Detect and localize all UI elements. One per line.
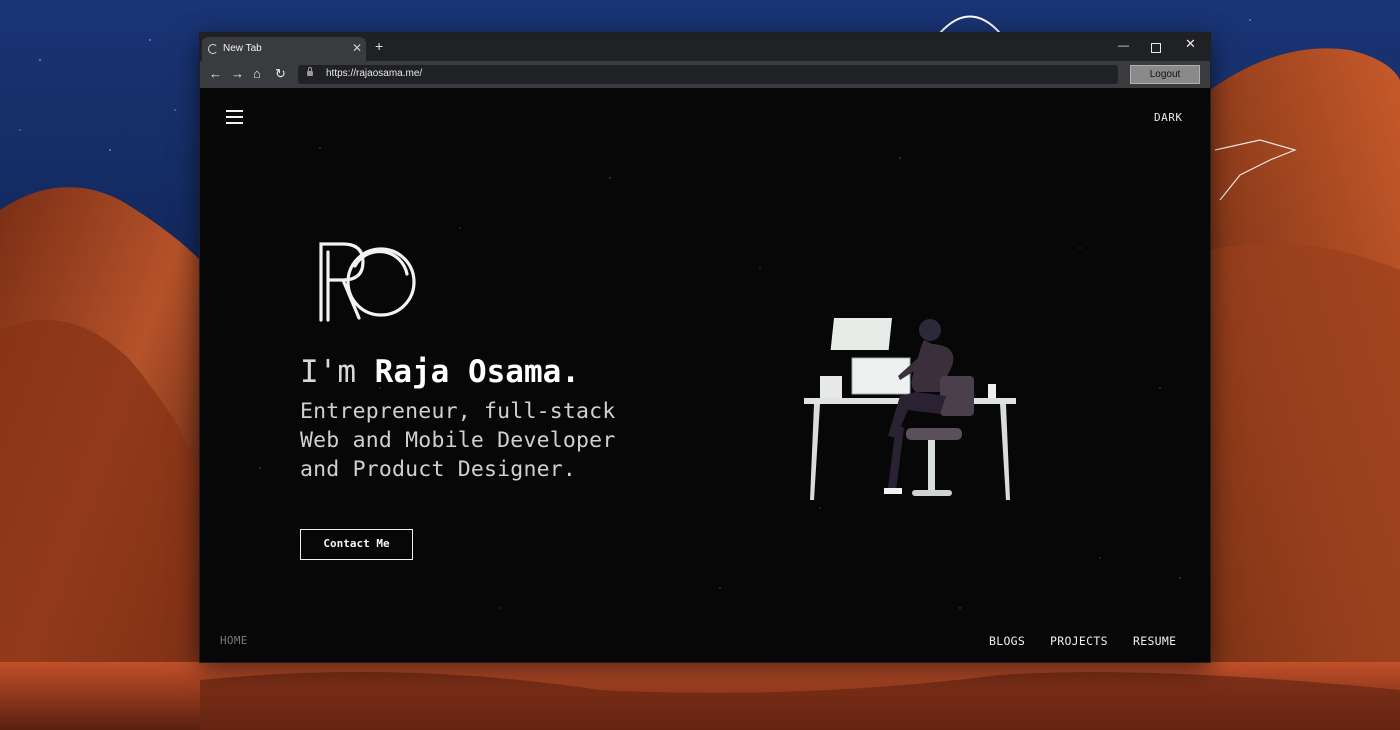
address-url: https://rajaosama.me/ <box>326 68 423 79</box>
browser-toolbar: ← → ⌂ ↻ https://rajaosama.me/ Logout <box>200 61 1210 88</box>
minimize-icon[interactable]: — <box>1118 40 1129 52</box>
hero-headline: I'm Raja Osama. <box>300 354 580 390</box>
browser-window: New Tab ✕ + — ✕ ← → ⌂ ↻ https://rajaosam… <box>200 33 1210 662</box>
lock-icon <box>307 67 313 76</box>
contact-me-button[interactable]: Contact Me <box>300 529 413 560</box>
nav-resume[interactable]: RESUME <box>1133 634 1176 648</box>
menu-icon[interactable] <box>226 110 243 124</box>
tab-title: New Tab <box>223 43 262 54</box>
headline-name: Raja Osama. <box>374 354 580 390</box>
home-icon[interactable]: ⌂ <box>253 66 261 82</box>
hero-tagline: Entrepreneur, full-stack Web and Mobile … <box>300 397 680 484</box>
browser-titlebar: New Tab ✕ + — ✕ <box>200 33 1210 61</box>
tab-close-icon[interactable]: ✕ <box>352 41 362 55</box>
new-tab-icon[interactable]: + <box>375 39 383 53</box>
theme-toggle[interactable]: DARK <box>1154 111 1183 124</box>
tagline-line: Web and Mobile Developer <box>300 428 616 453</box>
back-icon[interactable]: ← <box>209 66 222 82</box>
developer-illustration <box>804 318 1016 500</box>
page-viewport: DARK RO I'm Raja Osama. Entrepreneur, fu… <box>200 88 1210 662</box>
address-bar[interactable]: https://rajaosama.me/ <box>298 65 1118 84</box>
ro-logo: RO <box>319 242 416 322</box>
tagline-line: and Product Designer. <box>300 457 577 482</box>
browser-tab[interactable]: New Tab ✕ <box>202 37 366 61</box>
nav-blogs[interactable]: BLOGS <box>989 634 1025 648</box>
close-window-icon[interactable]: ✕ <box>1185 37 1196 50</box>
logout-button[interactable]: Logout <box>1130 65 1200 84</box>
reload-icon[interactable]: ↻ <box>275 66 286 82</box>
maximize-icon[interactable] <box>1151 43 1161 53</box>
tagline-line: Entrepreneur, full-stack <box>300 399 616 424</box>
forward-icon[interactable]: → <box>231 66 244 82</box>
headline-prefix: I'm <box>300 354 375 390</box>
loading-icon <box>208 44 218 54</box>
nav-home[interactable]: HOME <box>220 634 248 647</box>
nav-projects[interactable]: PROJECTS <box>1050 634 1108 648</box>
